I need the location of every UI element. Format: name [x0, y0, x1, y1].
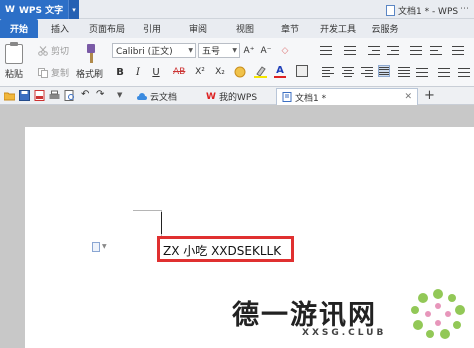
text-cursor [161, 212, 162, 234]
line-spacing-icon[interactable] [416, 66, 428, 78]
align-center-icon[interactable] [342, 66, 354, 78]
justify-icon[interactable] [378, 65, 390, 77]
show-marks-icon[interactable] [452, 44, 464, 56]
italic-button[interactable]: I [132, 65, 144, 79]
tab-developer[interactable]: 开发工具 [314, 19, 362, 38]
bullet-list-icon[interactable] [320, 44, 332, 56]
new-tab-button[interactable]: + [424, 88, 435, 103]
font-name-select[interactable]: Calibri (正文) ▼ [112, 43, 196, 58]
tab-home[interactable]: 开始 [0, 19, 38, 38]
tab-references[interactable]: 引用 [132, 19, 172, 38]
scissors-icon [38, 45, 48, 56]
copy-button[interactable]: 复制 [38, 66, 69, 79]
wps-red-icon: W [206, 91, 216, 102]
align-right-icon[interactable] [361, 66, 373, 78]
numbered-list-icon[interactable] [344, 44, 356, 56]
decrease-indent-icon[interactable] [368, 44, 380, 56]
chevron-down-icon: ▼ [188, 47, 193, 54]
export-pdf-icon[interactable] [34, 90, 45, 101]
tab-cloud-docs-label: 云文档 [150, 93, 178, 103]
title-bar: W WPS 文字 ▾ 文档1 * - WPS ⋯ [0, 0, 474, 19]
tab-my-wps[interactable]: W 我的WPS [201, 88, 262, 105]
paragraph-icon [92, 241, 100, 252]
watermark-logo-icon [411, 289, 465, 339]
print-preview-icon[interactable] [64, 90, 75, 101]
tab-review[interactable]: 审阅 [172, 19, 224, 38]
tab-page-layout[interactable]: 页面布局 [82, 19, 132, 38]
paste-button[interactable]: 粘贴 [5, 42, 24, 80]
chinese-layout-icon[interactable] [410, 44, 422, 56]
paste-label: 粘贴 [5, 70, 24, 80]
border-icon[interactable] [458, 66, 470, 78]
paragraph-handle[interactable]: ▼ [92, 241, 108, 252]
font-name-value: Calibri (正文) [116, 47, 173, 57]
tab-document1[interactable]: 文档1 * ✕ [276, 88, 418, 105]
char-border-icon[interactable] [296, 65, 308, 77]
copy-icon [38, 67, 48, 78]
document-icon [282, 92, 292, 102]
watermark-title: 德一游讯网 [232, 300, 377, 331]
shading-icon[interactable] [438, 66, 450, 78]
undo-icon[interactable]: ↶ [81, 89, 92, 100]
superscript-button[interactable]: X² [194, 65, 206, 79]
wps-logo-icon: W [5, 4, 15, 15]
wps-menu-button[interactable]: W WPS 文字 ▾ [0, 0, 79, 19]
print-icon[interactable] [49, 90, 60, 101]
shrink-font-button[interactable]: A⁻ [260, 44, 272, 58]
tab-cloud-docs[interactable]: 云文档 [132, 88, 182, 105]
chevron-down-icon[interactable]: ▾ [68, 0, 79, 19]
format-painter-button[interactable]: 格式刷 [76, 44, 103, 80]
strikethrough-button[interactable]: AB [173, 65, 185, 79]
open-folder-icon[interactable] [4, 90, 15, 101]
highlight-icon[interactable] [254, 65, 267, 78]
chevron-down-icon[interactable]: ▼ [117, 91, 128, 102]
font-color-button[interactable]: A [274, 64, 286, 78]
bold-button[interactable]: B [114, 65, 126, 79]
subscript-button[interactable]: X₂ [214, 65, 226, 79]
document-text[interactable]: ZX 小吃 XXDSEKLLK [163, 242, 281, 259]
tab-my-wps-label: 我的WPS [219, 93, 258, 103]
grow-font-button[interactable]: A⁺ [243, 44, 255, 58]
distribute-icon[interactable] [398, 66, 410, 78]
window-title: 文档1 * - WPS [386, 3, 458, 17]
margin-corner-mark [133, 210, 161, 211]
align-left-icon[interactable] [322, 66, 334, 78]
ribbon-tabs: 开始 插入 页面布局 引用 审阅 视图 章节 开发工具 云服务 [0, 19, 474, 38]
tab-cloud-service[interactable]: 云服务 [362, 19, 408, 38]
redo-icon[interactable]: ↷ [96, 89, 107, 100]
cut-label: 剪切 [51, 47, 70, 57]
cloud-icon [137, 92, 147, 100]
font-size-select[interactable]: 五号 ▼ [198, 43, 240, 58]
tab-section[interactable]: 章节 [266, 19, 314, 38]
document-icon [386, 4, 395, 16]
tab-insert[interactable]: 插入 [38, 19, 82, 38]
tab-view[interactable]: 视图 [224, 19, 266, 38]
chevron-down-icon: ▼ [102, 243, 107, 250]
more-icon[interactable]: ⋯ [460, 4, 470, 15]
copy-label: 复制 [51, 69, 70, 79]
font-size-value: 五号 [202, 47, 221, 57]
ribbon-home: 粘贴 剪切 复制 格式刷 Calibri (正文) ▼ 五号 ▼ A⁺ A⁻ ◇… [0, 38, 474, 87]
brush-icon [81, 44, 99, 64]
text-effect-icon[interactable] [234, 66, 246, 78]
sort-icon[interactable] [430, 44, 442, 56]
format-painter-label: 格式刷 [76, 70, 104, 80]
increase-indent-icon[interactable] [387, 44, 399, 56]
close-icon[interactable]: ✕ [404, 92, 412, 102]
clear-format-button[interactable]: ◇ [279, 44, 291, 58]
watermark-url: XXSG.CLUB [302, 328, 387, 338]
clipboard-icon [5, 42, 23, 64]
underline-button[interactable]: U [150, 65, 162, 79]
quick-access-bar: ↶ ↷ ▼ 云文档 W 我的WPS 文档1 * ✕ + [0, 87, 474, 105]
app-name: WPS 文字 [19, 6, 64, 16]
save-icon[interactable] [19, 90, 30, 101]
cut-button[interactable]: 剪切 [38, 44, 69, 57]
tab-document1-label: 文档1 * [295, 93, 327, 104]
window-title-text: 文档1 * - WPS [398, 6, 459, 17]
chevron-down-icon: ▼ [232, 47, 237, 54]
